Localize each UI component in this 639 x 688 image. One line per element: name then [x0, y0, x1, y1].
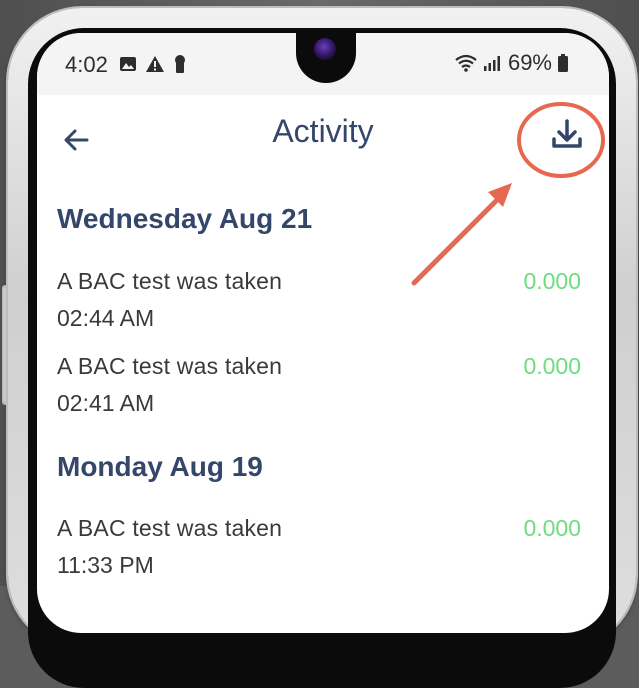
entry-time: 02:44 AM — [57, 305, 155, 331]
entry-value: 0.000 — [523, 268, 581, 294]
signal-icon — [483, 56, 500, 71]
image-icon — [120, 57, 136, 71]
page-title: Activity — [272, 113, 374, 149]
status-bar: 4:02 69% — [37, 33, 609, 95]
entry-label: A BAC test was taken — [57, 353, 283, 379]
day-heading: Monday Aug 19 — [57, 451, 263, 482]
wifi-icon — [455, 54, 477, 72]
keyhole-icon — [175, 55, 185, 73]
status-icons-left — [119, 54, 187, 74]
day-heading: Wednesday Aug 21 — [57, 203, 313, 234]
entry-label: A BAC test was taken — [57, 515, 283, 541]
download-icon — [552, 119, 582, 148]
status-icons-right: 69% — [454, 50, 569, 76]
battery-icon — [558, 54, 568, 72]
entry-value: 0.000 — [523, 353, 581, 379]
app-header: Activity — [37, 95, 609, 195]
warning-icon — [146, 56, 164, 72]
status-time: 4:02 — [65, 52, 108, 77]
phone-screen: 4:02 69% Activity Wednesday Aug 21 A BAC… — [37, 33, 609, 633]
entry-label: A BAC test was taken — [57, 268, 283, 294]
entry-value: 0.000 — [523, 515, 581, 541]
entry-time: 11:33 PM — [57, 552, 154, 578]
entry-time: 02:41 AM — [57, 390, 155, 416]
battery-percent: 69% — [507, 50, 552, 75]
front-camera — [314, 38, 336, 60]
download-button[interactable] — [545, 113, 589, 157]
